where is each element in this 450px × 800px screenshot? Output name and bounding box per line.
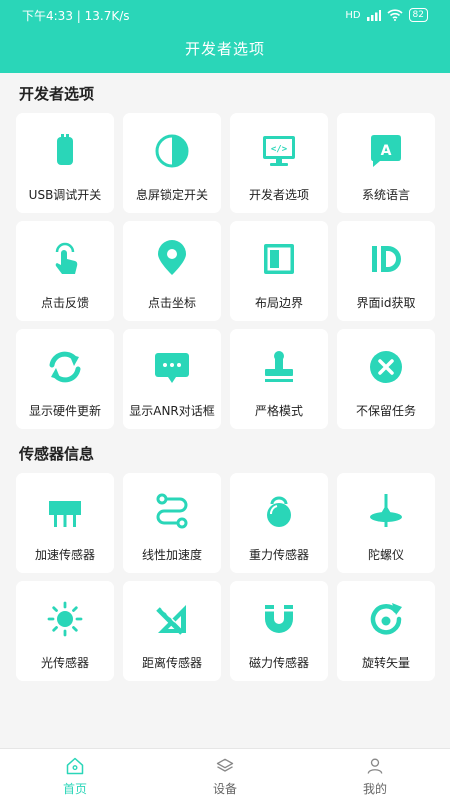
tab-label-home: 首页 xyxy=(62,782,87,796)
svg-text:</>: </> xyxy=(271,145,288,155)
option-card-kettlebell[interactable]: 重力传感器 xyxy=(230,473,328,573)
option-card-layout-bounds[interactable]: 布局边界 xyxy=(230,221,328,321)
layers-icon xyxy=(216,758,234,772)
option-card-label: 显示硬件更新 xyxy=(28,404,101,418)
option-card-label: 陀螺仪 xyxy=(367,548,404,562)
id-icon xyxy=(366,239,406,279)
option-card-label: 系统语言 xyxy=(361,188,410,202)
option-card-label: 界面id获取 xyxy=(356,296,416,310)
option-card-tap-hand[interactable]: 点击反馈 xyxy=(16,221,114,321)
battery-level: 82 xyxy=(412,9,424,20)
tab-mine[interactable]: 我的 xyxy=(300,749,450,800)
status-time: 下午4:33 xyxy=(22,8,73,23)
close-circle-icon xyxy=(366,347,406,387)
tab-home[interactable]: 首页 xyxy=(0,749,150,800)
option-card-label: 严格模式 xyxy=(254,404,303,418)
gyroscope-icon xyxy=(366,491,406,531)
option-card-sun[interactable]: 光传感器 xyxy=(16,581,114,681)
option-card-language[interactable]: A 系统语言 xyxy=(337,113,435,213)
page-title: 开发者选项 xyxy=(184,40,265,58)
option-card-label: 重力传感器 xyxy=(248,548,309,562)
magnet-icon xyxy=(259,599,299,639)
layout-bounds-icon xyxy=(259,239,299,279)
developer-options-grid: USB调试开关 息屏锁定开关 </> 开发者选项 A 系统语言点击反馈 点击坐标 布局边界 界面… xyxy=(16,113,435,429)
option-card-label: 旋转矢量 xyxy=(361,656,410,670)
option-card-path[interactable]: 线性加速度 xyxy=(123,473,221,573)
section-title-sensors: 传感器信息 xyxy=(19,445,95,463)
option-card-chip[interactable]: 加速传感器 xyxy=(16,473,114,573)
option-card-label: 显示ANR对话框 xyxy=(129,404,215,418)
option-card-label: 线性加速度 xyxy=(141,548,202,562)
sensor-info-grid: 加速传感器 线性加速度 重力传感器 陀螺仪光传感器 距离传感器 磁力传感器 旋转矢量 xyxy=(16,473,435,681)
option-card-gyroscope[interactable]: 陀螺仪 xyxy=(337,473,435,573)
battery-indicator: 82 xyxy=(408,8,428,22)
option-card-code-monitor[interactable]: </> 开发者选项 xyxy=(230,113,328,213)
main-content[interactable]: 开发者选项 USB调试开关 息屏锁定开关 </> 开发者选项 A 系统语言点击反馈 点击坐标… xyxy=(0,73,450,748)
stamp-icon xyxy=(259,347,299,387)
status-speed: 13.7K/s xyxy=(84,8,130,23)
svg-text:A: A xyxy=(381,143,392,159)
option-card-ruler[interactable]: 距离传感器 xyxy=(123,581,221,681)
chat-bubble-icon xyxy=(152,347,192,387)
user-icon xyxy=(367,758,383,774)
option-card-stamp[interactable]: 严格模式 xyxy=(230,329,328,429)
option-card-refresh[interactable]: 显示硬件更新 xyxy=(16,329,114,429)
half-circle-icon xyxy=(152,131,192,171)
app-header: 下午4:33 | 13.7K/s HD 82 开发者选项 xyxy=(0,0,450,73)
code-monitor-icon: </> xyxy=(259,131,299,171)
option-card-half-circle[interactable]: 息屏锁定开关 xyxy=(123,113,221,213)
option-card-label: 息屏锁定开关 xyxy=(135,188,208,202)
sun-icon xyxy=(45,599,85,639)
option-card-id[interactable]: 界面id获取 xyxy=(337,221,435,321)
option-card-label: 布局边界 xyxy=(254,296,303,310)
ruler-icon xyxy=(152,599,192,639)
option-card-label: 加速传感器 xyxy=(34,548,95,562)
tab-label-mine: 我的 xyxy=(362,782,387,796)
option-card-chat-bubble[interactable]: 显示ANR对话框 xyxy=(123,329,221,429)
location-pin-icon xyxy=(152,239,192,279)
option-card-label: 点击坐标 xyxy=(147,296,196,310)
option-card-close-circle[interactable]: 不保留任务 xyxy=(337,329,435,429)
language-icon: A xyxy=(366,131,406,171)
refresh-icon xyxy=(45,347,85,387)
rotate-icon xyxy=(366,599,406,639)
option-card-label: 不保留任务 xyxy=(355,404,416,418)
usb-icon xyxy=(45,131,85,171)
status-divider: | xyxy=(76,8,85,23)
kettlebell-icon xyxy=(259,491,299,531)
network-type: HD xyxy=(345,9,361,21)
option-card-rotate[interactable]: 旋转矢量 xyxy=(337,581,435,681)
status-left: 下午4:33 | 13.7K/s xyxy=(22,7,130,24)
signal-icon xyxy=(366,9,381,21)
option-card-label: 距离传感器 xyxy=(141,656,202,670)
option-card-label: 开发者选项 xyxy=(248,188,309,202)
option-card-location-pin[interactable]: 点击坐标 xyxy=(123,221,221,321)
option-card-label: 点击反馈 xyxy=(40,296,89,310)
option-card-magnet[interactable]: 磁力传感器 xyxy=(230,581,328,681)
status-right: HD 82 xyxy=(345,8,428,22)
option-card-label: USB调试开关 xyxy=(28,188,102,202)
path-icon xyxy=(152,491,192,531)
wifi-icon xyxy=(386,9,403,21)
tab-label-device: 设备 xyxy=(212,782,237,796)
option-card-usb[interactable]: USB调试开关 xyxy=(16,113,114,213)
option-card-label: 磁力传感器 xyxy=(248,656,309,670)
bottom-tab-bar: 首页 设备 我的 xyxy=(0,748,450,800)
option-card-label: 光传感器 xyxy=(40,656,89,670)
status-bar: 下午4:33 | 13.7K/s HD 82 xyxy=(0,0,450,30)
tab-device[interactable]: 设备 xyxy=(150,749,300,800)
home-icon xyxy=(66,757,84,775)
section-title-developer: 开发者选项 xyxy=(19,85,95,103)
tap-hand-icon xyxy=(45,239,85,279)
chip-icon xyxy=(45,491,85,531)
